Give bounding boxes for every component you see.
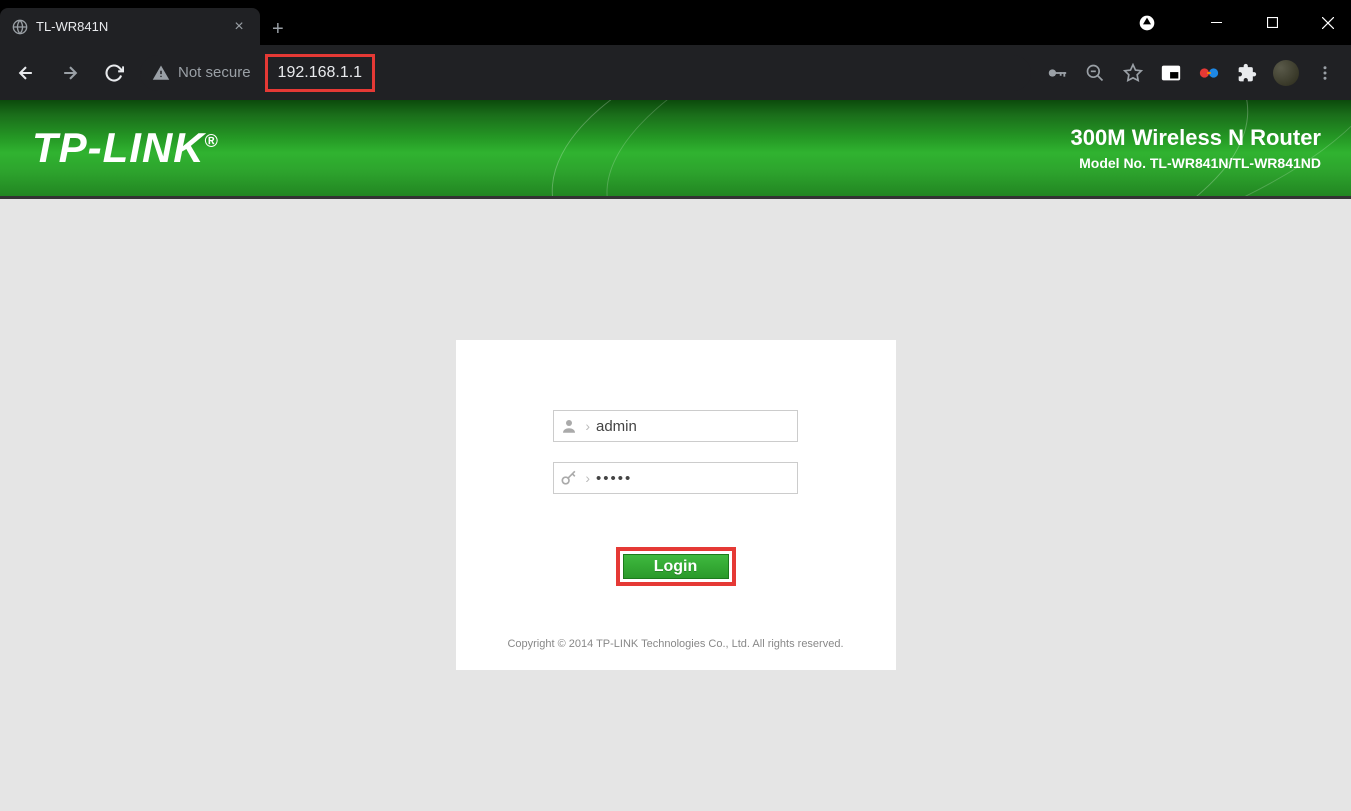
toolbar-icons <box>1039 60 1343 86</box>
model-number: Model No. TL-WR841N/TL-WR841ND <box>1071 155 1321 171</box>
router-page-header: TP-LINK® 300M Wireless N Router Model No… <box>0 100 1351 198</box>
password-row: › <box>553 462 798 494</box>
key-icon[interactable] <box>1045 61 1069 85</box>
password-input[interactable] <box>594 466 797 491</box>
new-tab-button[interactable]: + <box>272 18 284 41</box>
copyright-text: Copyright © 2014 TP-LINK Technologies Co… <box>507 638 843 650</box>
window-titlebar: TL-WR841N × + <box>0 0 1351 45</box>
profile-avatar[interactable] <box>1273 60 1299 86</box>
minimize-button[interactable] <box>1193 5 1239 40</box>
reload-button[interactable] <box>96 55 132 91</box>
security-badge[interactable]: Not secure <box>152 64 251 82</box>
security-label: Not secure <box>178 64 251 81</box>
url-highlight: 192.168.1.1 <box>265 54 376 92</box>
app-indicator-icon[interactable] <box>1136 12 1158 34</box>
login-button-highlight: Login <box>616 547 736 586</box>
star-icon[interactable] <box>1121 61 1145 85</box>
page-content: › › Login Copyright © 2014 TP-LINK Techn… <box>0 198 1351 811</box>
globe-icon <box>12 19 28 35</box>
product-title: 300M Wireless N Router <box>1071 125 1321 151</box>
key-login-icon <box>554 463 585 493</box>
username-row: › <box>553 410 798 442</box>
zoom-out-icon[interactable] <box>1083 61 1107 85</box>
tab-title: TL-WR841N <box>36 19 230 34</box>
username-input[interactable] <box>594 414 797 439</box>
back-button[interactable] <box>8 55 44 91</box>
window-controls <box>1136 0 1351 45</box>
browser-tab[interactable]: TL-WR841N × <box>0 8 260 45</box>
user-icon <box>554 411 585 441</box>
chevron-right-icon: › <box>585 418 590 434</box>
login-button[interactable]: Login <box>623 554 729 579</box>
close-window-button[interactable] <box>1305 5 1351 40</box>
tabs-section: TL-WR841N × + <box>0 0 284 45</box>
warning-icon <box>152 64 170 82</box>
login-card: › › Login Copyright © 2014 TP-LINK Techn… <box>456 340 896 670</box>
chevron-right-icon: › <box>585 470 590 486</box>
header-info: 300M Wireless N Router Model No. TL-WR84… <box>1071 125 1321 171</box>
extension-glasses-icon[interactable] <box>1197 61 1221 85</box>
forward-button[interactable] <box>52 55 88 91</box>
address-bar[interactable]: Not secure 192.168.1.1 <box>140 55 1031 91</box>
extensions-puzzle-icon[interactable] <box>1235 61 1259 85</box>
url-text: 192.168.1.1 <box>278 64 363 81</box>
maximize-button[interactable] <box>1249 5 1295 40</box>
menu-icon[interactable] <box>1313 61 1337 85</box>
pip-icon[interactable] <box>1159 61 1183 85</box>
browser-toolbar: Not secure 192.168.1.1 <box>0 45 1351 100</box>
tplink-logo: TP-LINK® <box>32 124 219 172</box>
close-tab-icon[interactable]: × <box>230 18 248 36</box>
